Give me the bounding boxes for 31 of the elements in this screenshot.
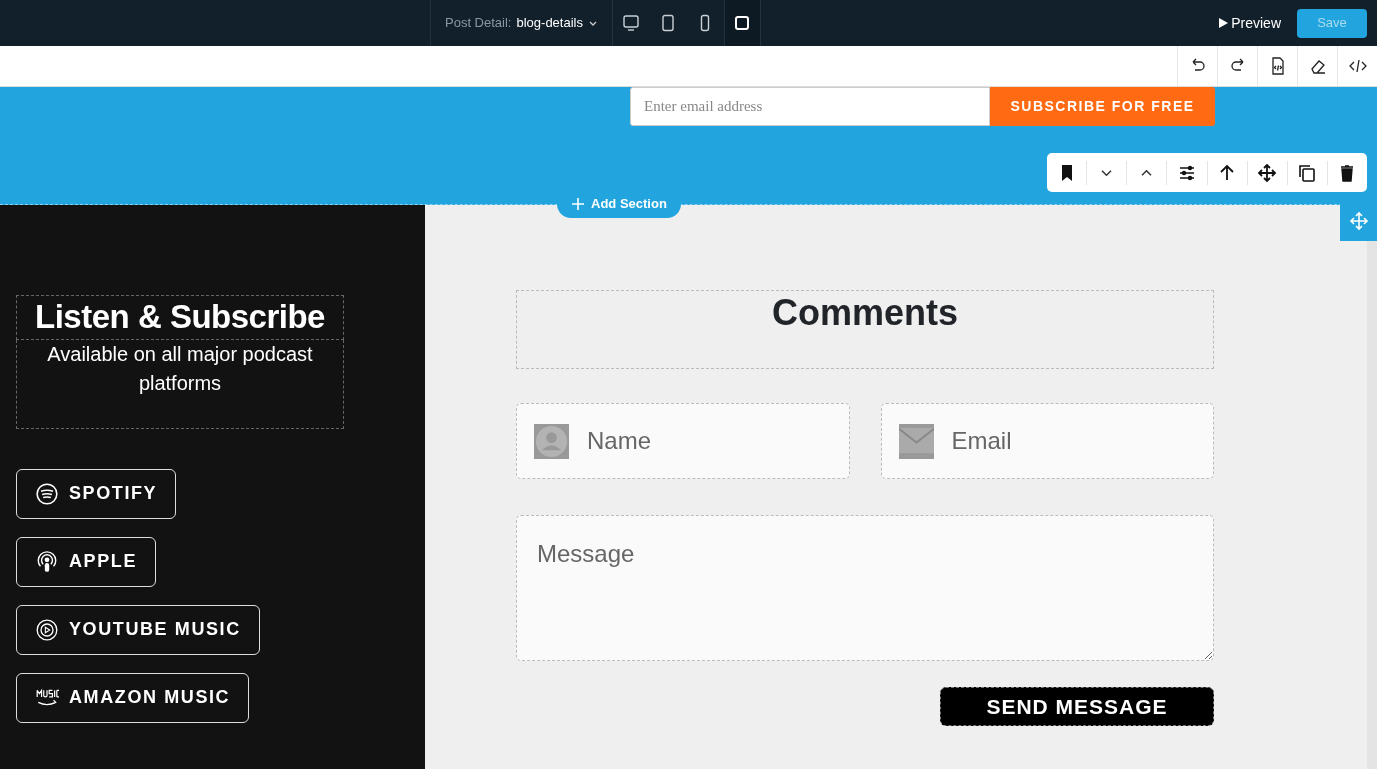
device-toggle[interactable] <box>724 0 761 46</box>
move-handle[interactable] <box>1340 201 1377 241</box>
copy-icon <box>1297 162 1318 183</box>
play-icon <box>1219 18 1229 28</box>
apple-logo-icon <box>35 549 59 574</box>
preview-button[interactable]: Preview <box>1219 12 1281 34</box>
name-field[interactable]: Name <box>516 403 850 480</box>
page-label: Post Detail: <box>445 14 512 33</box>
desktop-device-icon <box>622 14 641 32</box>
custom-device-icon <box>733 14 752 32</box>
move-icon <box>1348 211 1369 231</box>
plus-icon <box>571 197 585 211</box>
envelope-icon <box>898 424 934 460</box>
chevron-up-icon <box>1142 169 1152 176</box>
platform-button[interactable]: YOUTUBE MUSIC <box>16 604 260 655</box>
platform-button[interactable]: SPOTIFY <box>16 468 177 519</box>
youtube-logo-icon <box>35 617 59 642</box>
spotify-logo-icon <box>35 481 59 506</box>
message-field[interactable]: Message <box>516 515 1214 662</box>
send-message-button[interactable]: SEND MESSAGE <box>940 687 1214 727</box>
move-icon <box>1257 162 1278 183</box>
platform-button[interactable]: APPLE <box>16 536 156 587</box>
podcast-subtitle: Available on all major podcast platforms <box>16 339 344 429</box>
platform-button[interactable]: AMAZON MUSIC <box>16 672 250 723</box>
person-icon <box>534 424 569 460</box>
comments-title: Comments <box>516 290 1214 370</box>
page-value: blog-details <box>516 14 583 33</box>
email-field[interactable]: Email <box>880 403 1214 480</box>
email-input-field[interactable]: Enter email address <box>630 87 990 126</box>
podcast-title: Listen & Subscribe <box>16 295 344 340</box>
chevron-down-icon <box>1102 169 1112 176</box>
